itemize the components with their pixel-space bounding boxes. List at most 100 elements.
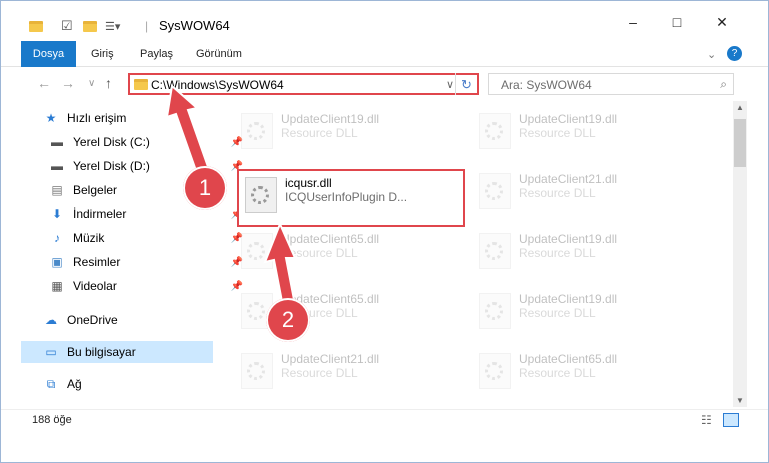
nav-label: Yerel Disk (C:) [73, 135, 150, 149]
file-item[interactable]: UpdateClient21.dll Resource DLL [241, 347, 466, 403]
file-name: icqusr.dll [285, 176, 332, 190]
scroll-down-icon[interactable]: ▼ [736, 396, 744, 405]
file-name: UpdateClient19.dll [519, 292, 618, 306]
tab-giris[interactable]: Giriş [91, 41, 114, 67]
up-arrow-icon[interactable]: ↑ [105, 75, 112, 91]
file-name: UpdateClient19.dll [281, 112, 380, 126]
title-bar: ☑ ☰▾ | SysWOW64 – □ ✕ [1, 1, 768, 41]
nav-label: Ağ [67, 377, 82, 391]
nav-item-quick-access[interactable]: ★ Hızlı erişim [43, 107, 241, 129]
tab-dosya[interactable]: Dosya [21, 41, 76, 67]
large-icons-view-icon[interactable] [723, 413, 739, 427]
file-item[interactable]: UpdateClient19.dll Resource DLL [479, 227, 704, 283]
new-folder-icon[interactable] [83, 17, 97, 35]
separator [455, 73, 456, 95]
nav-label: OneDrive [67, 313, 118, 327]
address-dropdown-icon[interactable]: ∨ [446, 78, 454, 91]
tab-gorunum[interactable]: Görünüm [196, 41, 242, 67]
step-badge-2: 2 [266, 298, 310, 342]
file-name: UpdateClient19.dll [519, 112, 618, 126]
file-type: Resource DLL [281, 246, 358, 260]
nav-label: Resimler [73, 255, 121, 269]
search-input[interactable]: Ara: SysWOW64 ⌕ [488, 73, 734, 95]
dll-file-icon [479, 293, 511, 329]
dll-file-icon [479, 353, 511, 389]
computer-icon: ▭ [45, 345, 57, 359]
nav-label: Yerel Disk (D:) [73, 159, 150, 173]
file-item[interactable]: UpdateClient65.dll Resource DLL [241, 227, 466, 283]
nav-label: Videolar [73, 279, 117, 293]
dll-file-icon [479, 233, 511, 269]
navigation-pane: ★ Hızlı erişim ▬ Yerel Disk (C:) 📌 ▬ Yerel D… [15, 105, 243, 407]
tab-paylas[interactable]: Paylaş [140, 41, 173, 67]
file-type: ICQUserInfoPlugin D... [285, 190, 408, 204]
download-icon: ⬇ [51, 207, 63, 221]
file-item[interactable]: UpdateClient65.dll Resource DLL [479, 347, 704, 403]
file-name: UpdateClient65.dll [519, 352, 618, 366]
details-view-icon[interactable]: ☷ [701, 413, 712, 427]
drive-icon: ▬ [51, 135, 63, 149]
file-type: Resource DLL [519, 186, 596, 200]
star-icon: ★ [45, 111, 57, 125]
nav-item-this-pc[interactable]: ▭ Bu bilgisayar [21, 341, 213, 363]
file-type: Resource DLL [519, 306, 596, 320]
highlighted-file[interactable]: icqusr.dll ICQUserInfoPlugin D... [237, 169, 465, 227]
scroll-thumb[interactable] [734, 119, 746, 167]
forward-arrow-icon[interactable]: → [61, 75, 75, 91]
folder-icon [29, 17, 43, 35]
network-icon: ⧉ [46, 376, 56, 391]
step-badge-1: 1 [183, 166, 227, 210]
address-bar[interactable]: C:\Windows\SysWOW64 ∨ ↻ [128, 73, 479, 95]
nav-label: Hızlı erişim [67, 111, 127, 125]
dll-file-icon [479, 113, 511, 149]
back-arrow-icon[interactable]: ← [37, 75, 51, 91]
folder-icon [134, 79, 148, 90]
help-icon[interactable]: ? [727, 46, 742, 61]
nav-item-onedrive[interactable]: ☁ OneDrive [43, 309, 241, 331]
file-type: Resource DLL [281, 126, 358, 140]
minimize-button[interactable]: – [618, 11, 648, 33]
maximize-button[interactable]: □ [662, 11, 692, 33]
document-icon: ▤ [51, 183, 63, 197]
dll-file-icon [245, 177, 277, 213]
dll-file-icon [241, 113, 273, 149]
file-type: Resource DLL [519, 246, 596, 260]
scroll-up-icon[interactable]: ▲ [736, 103, 744, 112]
file-item[interactable]: UpdateClient19.dll Resource DLL [479, 107, 704, 163]
item-count: 188 öğe [32, 414, 72, 426]
nav-item-network[interactable]: ⧉ Ağ [43, 373, 241, 395]
separator: | [145, 19, 149, 33]
recent-chevron-icon[interactable]: ∨ [88, 78, 95, 89]
nav-label: Belgeler [73, 183, 118, 197]
customize-icon[interactable]: ☰▾ [105, 17, 120, 35]
nav-label: İndirmeler [73, 207, 127, 221]
vertical-scrollbar[interactable]: ▲ ▼ [733, 101, 747, 407]
video-icon: ▦ [51, 279, 63, 293]
file-name: UpdateClient19.dll [519, 232, 618, 246]
pictures-icon: ▣ [51, 255, 63, 269]
nav-label: Müzik [73, 231, 105, 245]
address-path[interactable]: C:\Windows\SysWOW64 [151, 78, 284, 92]
search-icon[interactable]: ⌕ [720, 77, 727, 92]
file-item-icqusr[interactable]: icqusr.dll ICQUserInfoPlugin D... [245, 171, 470, 227]
dll-file-icon [241, 233, 273, 269]
file-item[interactable]: UpdateClient21.dll Resource DLL [479, 167, 704, 223]
file-type: Resource DLL [281, 366, 358, 380]
close-button[interactable]: ✕ [707, 11, 737, 33]
file-name: UpdateClient21.dll [519, 172, 618, 186]
ribbon: Dosya Giriş Paylaş Görünüm ⌄ ? [1, 41, 768, 67]
explorer-window: ☑ ☰▾ | SysWOW64 – □ ✕ Dosya Giriş Paylaş… [0, 0, 769, 463]
dll-file-icon [479, 173, 511, 209]
drive-icon: ▬ [51, 159, 63, 173]
refresh-icon[interactable]: ↻ [461, 77, 472, 93]
properties-icon[interactable]: ☑ [61, 17, 73, 35]
file-type: Resource DLL [519, 366, 596, 380]
file-name: UpdateClient65.dll [281, 232, 380, 246]
file-item[interactable]: UpdateClient19.dll Resource DLL [241, 107, 466, 163]
search-placeholder: Ara: SysWOW64 [501, 78, 592, 92]
ribbon-collapse-icon[interactable]: ⌄ [707, 41, 716, 67]
status-bar: 188 öğe ☷ [1, 409, 768, 431]
file-item[interactable]: UpdateClient19.dll Resource DLL [479, 287, 704, 343]
file-list: UpdateClient19.dll Resource DLL UpdateCli… [215, 105, 731, 407]
file-type: Resource DLL [519, 126, 596, 140]
